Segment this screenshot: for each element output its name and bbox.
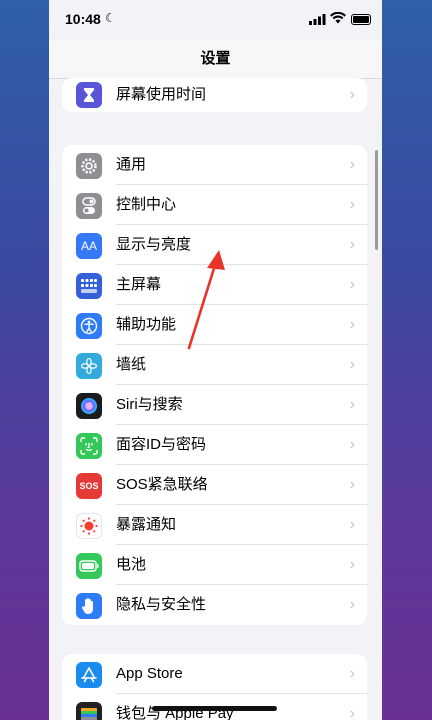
settings-screen: 10:48 ☾ 设置 屏幕使用时间 › 通用 › 控制中心 › AA 显示与亮度… bbox=[49, 0, 382, 720]
annotation-arrow-icon bbox=[187, 250, 225, 350]
